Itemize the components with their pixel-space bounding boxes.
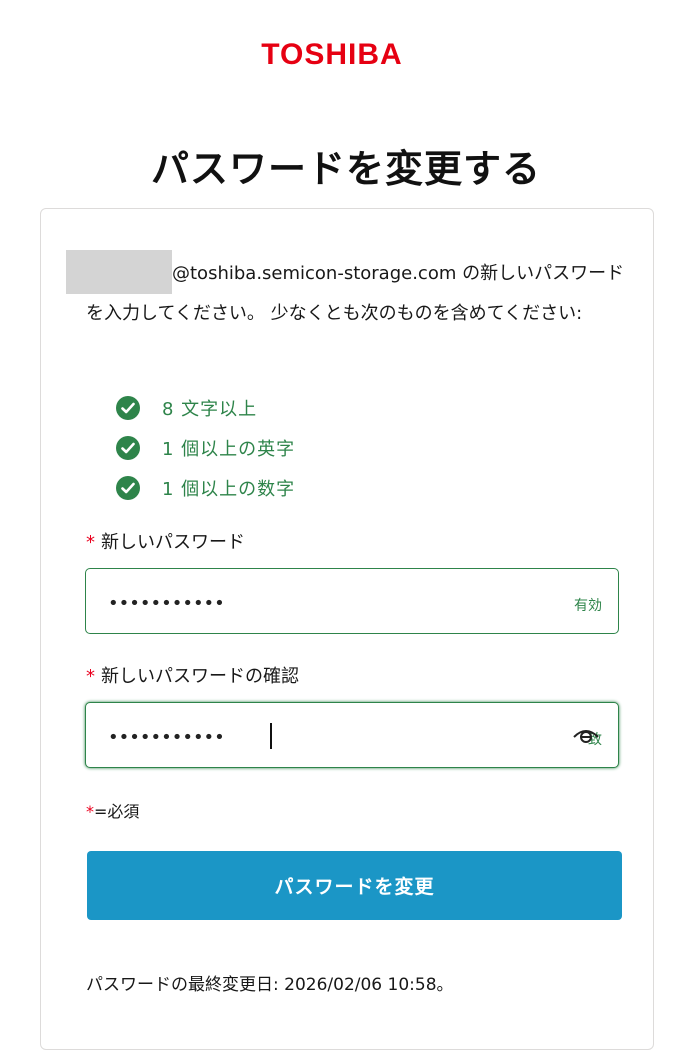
text-cursor: [270, 723, 272, 749]
required-note: *=必須: [86, 798, 139, 822]
requirement-item: 1 個以上の数字: [116, 468, 295, 508]
intro-text: @toshiba.semicon-storage.com の新しいパスワードを入…: [66, 250, 626, 334]
required-note-text: =必須: [94, 802, 140, 821]
requirement-item: 1 個以上の英字: [116, 428, 295, 468]
new-password-field: 有効: [85, 568, 619, 634]
last-changed-text: パスワードの最終変更日: 2026/02/06 10:58。: [86, 975, 454, 995]
requirement-item: 8 文字以上: [116, 388, 295, 428]
confirm-password-label-text: 新しいパスワードの確認: [101, 666, 299, 687]
required-mark: *: [86, 666, 95, 687]
required-mark: *: [86, 802, 94, 821]
change-password-button[interactable]: パスワードを変更: [87, 851, 622, 920]
new-password-label: * 新しいパスワード: [86, 528, 245, 554]
toshiba-logo: TOSHIBA: [261, 38, 403, 71]
confirm-password-label: * 新しいパスワードの確認: [86, 662, 299, 688]
requirement-text: 1 個以上の数字: [162, 479, 296, 500]
new-password-status: 有効: [574, 598, 602, 614]
eye-icon[interactable]: [572, 725, 600, 745]
page-title: パスワードを変更する: [150, 147, 541, 191]
requirement-text: 1 個以上の英字: [162, 439, 296, 460]
new-password-label-text: 新しいパスワード: [101, 532, 245, 553]
check-circle-icon: [116, 436, 140, 460]
check-circle-icon: [116, 476, 140, 500]
redacted-username: [66, 250, 172, 294]
check-circle-icon: [116, 396, 140, 420]
new-password-input[interactable]: [106, 589, 530, 617]
confirm-password-input[interactable]: [106, 723, 530, 751]
password-requirements: 8 文字以上 1 個以上の英字 1 個以上の数字: [116, 388, 295, 508]
required-mark: *: [86, 532, 95, 553]
confirm-password-field: 致: [85, 702, 619, 768]
email-domain: @toshiba.semicon-storage.com: [172, 263, 457, 284]
requirement-text: 8 文字以上: [162, 399, 258, 420]
